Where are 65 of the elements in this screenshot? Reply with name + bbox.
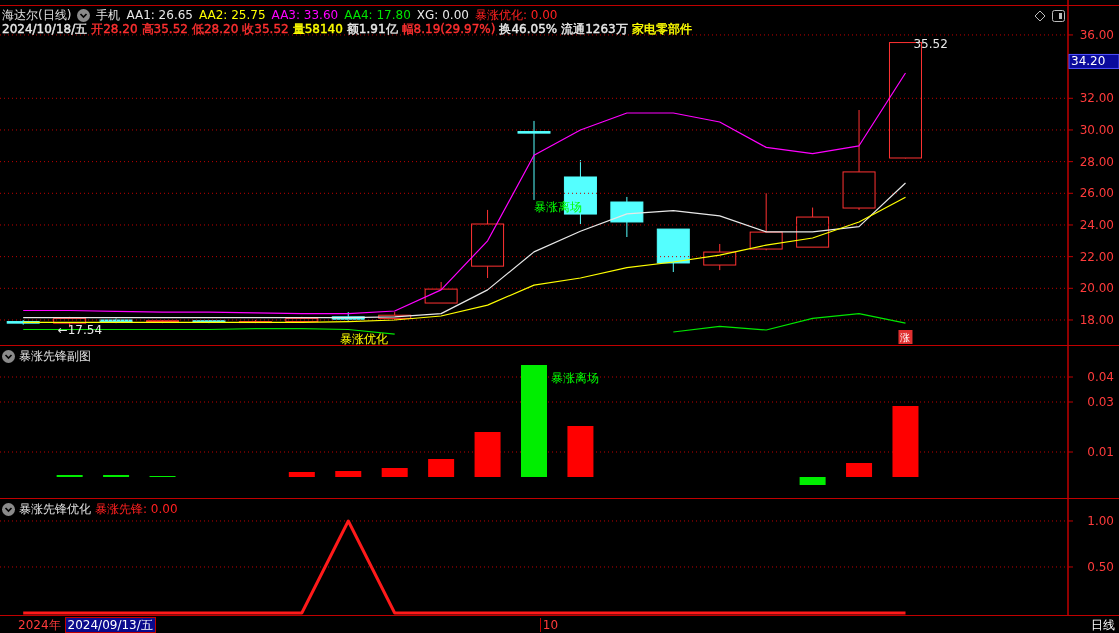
quote-value: 家电零部件 [631,22,692,36]
indicator-value: AA1: 26.65 [126,8,193,22]
collapse-icon[interactable] [2,502,15,516]
panel-title: 暴涨先锋优化 [19,502,91,516]
quote-value: 低28.20 [191,22,239,36]
candlestick [146,319,179,324]
candlestick [192,319,226,324]
quote-value: 幅8.19(29.97%) [401,22,496,36]
quote-value: 额1.91亿 [346,22,398,36]
indicator-value: 暴涨先锋: 0.00 [95,502,178,516]
diamond-icon[interactable] [1034,10,1046,22]
quote-value: 换46.05% [499,22,558,36]
quote-value: 量58140 [292,22,343,36]
candlestick [796,207,830,248]
axis-tick-label: 36.00 [1079,27,1114,42]
candlestick [656,228,690,273]
axis-tick-label: 18.00 [1079,313,1114,327]
candlestick [238,319,272,324]
axis-tick-label: 24.00 [1079,217,1114,232]
axis-tick-label: 30.00 [1079,122,1114,137]
panel-toggle-icon[interactable] [1052,10,1065,22]
rise-badge: 涨 [898,330,913,344]
cursor-date: 2024/09/13/五 [64,616,156,633]
candlestick [703,243,737,271]
indicator-value: 暴涨优化: 0.00 [474,8,558,22]
period-label: 日线 [1091,617,1115,632]
chart-title: 海达尔(日线) [2,8,72,22]
axis-tick-label: 26.00 [1079,186,1114,201]
indicator-value: XG: 0.00 [416,8,469,22]
axis-tick-label: 0.50 [1087,559,1114,574]
axis-tick-label: 20.00 [1079,281,1114,296]
axis-tick-label: 1.00 [1087,514,1114,528]
candlestick [285,316,319,323]
price-marker: 34.20 [1068,53,1119,69]
axis-tick-label: 32.00 [1079,91,1114,106]
candlestick [749,192,783,251]
month-label: 10 [539,617,559,632]
candlestick [424,281,458,304]
candlestick [610,196,644,238]
candlestick [331,311,365,323]
chart-label: 35.52 [913,36,948,51]
axis-tick-label: 22.00 [1079,249,1114,264]
collapse-icon[interactable] [77,8,91,22]
indicator-value: AA4: 17.80 [344,8,411,22]
indicator-name: 手机 [96,8,121,22]
indicator-value: AA2: 25.75 [199,8,266,22]
candlestick [378,311,412,321]
axis-tick-label: 0.01 [1087,445,1114,459]
axis-tick-label: 0.04 [1087,370,1114,384]
axis-tick-label: 28.00 [1079,154,1114,169]
candlestick [6,319,40,326]
collapse-icon[interactable] [2,349,15,363]
quote-value: 高35.52 [141,22,188,36]
chart-label: 暴涨优化 [340,332,389,345]
year-label: 2024年 [18,617,61,632]
quote-value: 流通1263万 [561,22,628,36]
panel-title: 暴涨先锋副图 [19,349,91,363]
quote-value: 开28.20 [91,22,138,36]
candlestick [471,209,505,279]
quote-value: 2024/10/18/五 [2,22,88,36]
axis-tick-label: 0.03 [1087,395,1114,409]
indicator-value: AA3: 33.60 [271,8,339,22]
chart-label: 暴涨离场 [534,199,582,214]
chart-label: 暴涨离场 [551,371,599,385]
quote-value: 收35.52 [242,22,289,36]
